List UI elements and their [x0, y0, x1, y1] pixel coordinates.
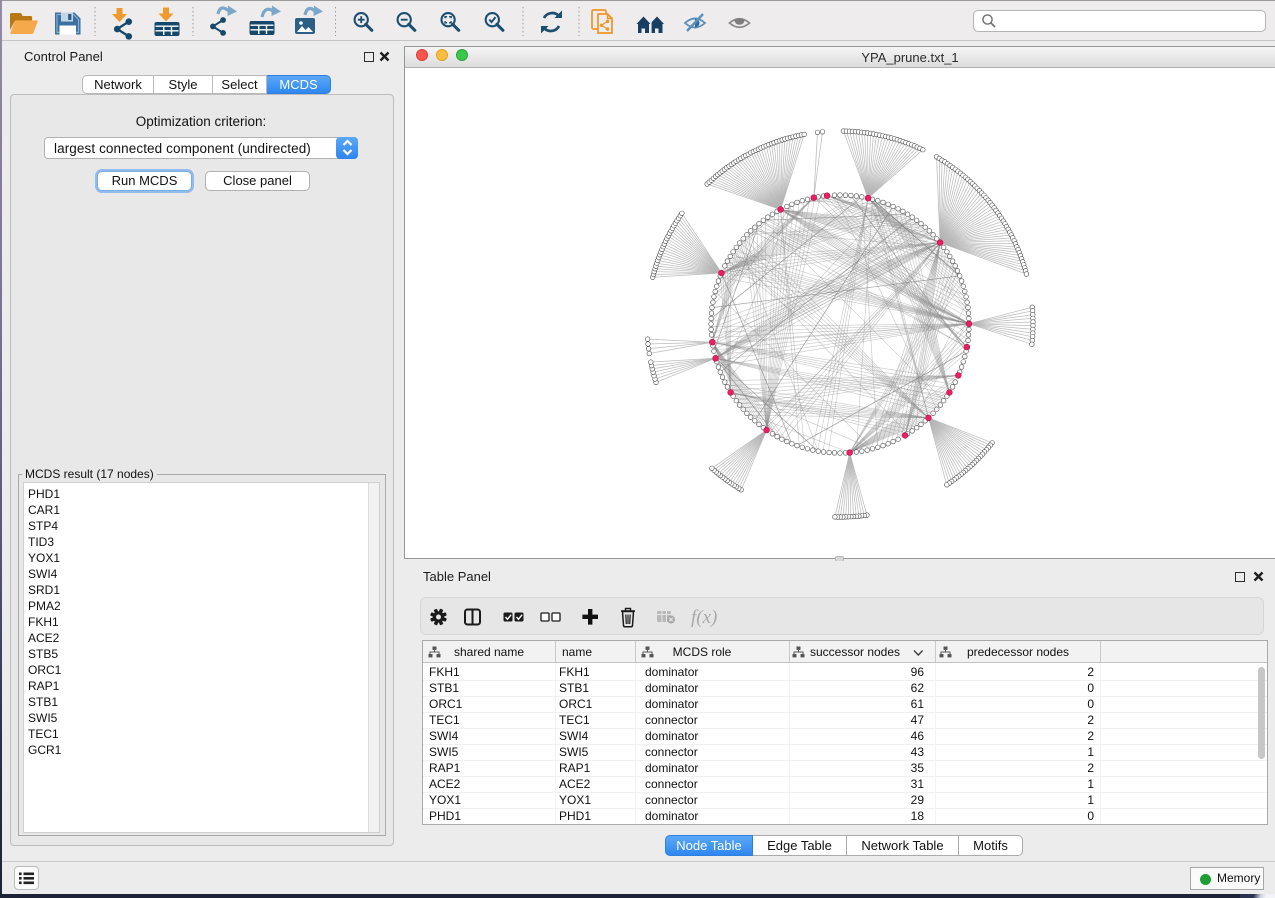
svg-text:f(x): f(x) — [691, 607, 717, 628]
